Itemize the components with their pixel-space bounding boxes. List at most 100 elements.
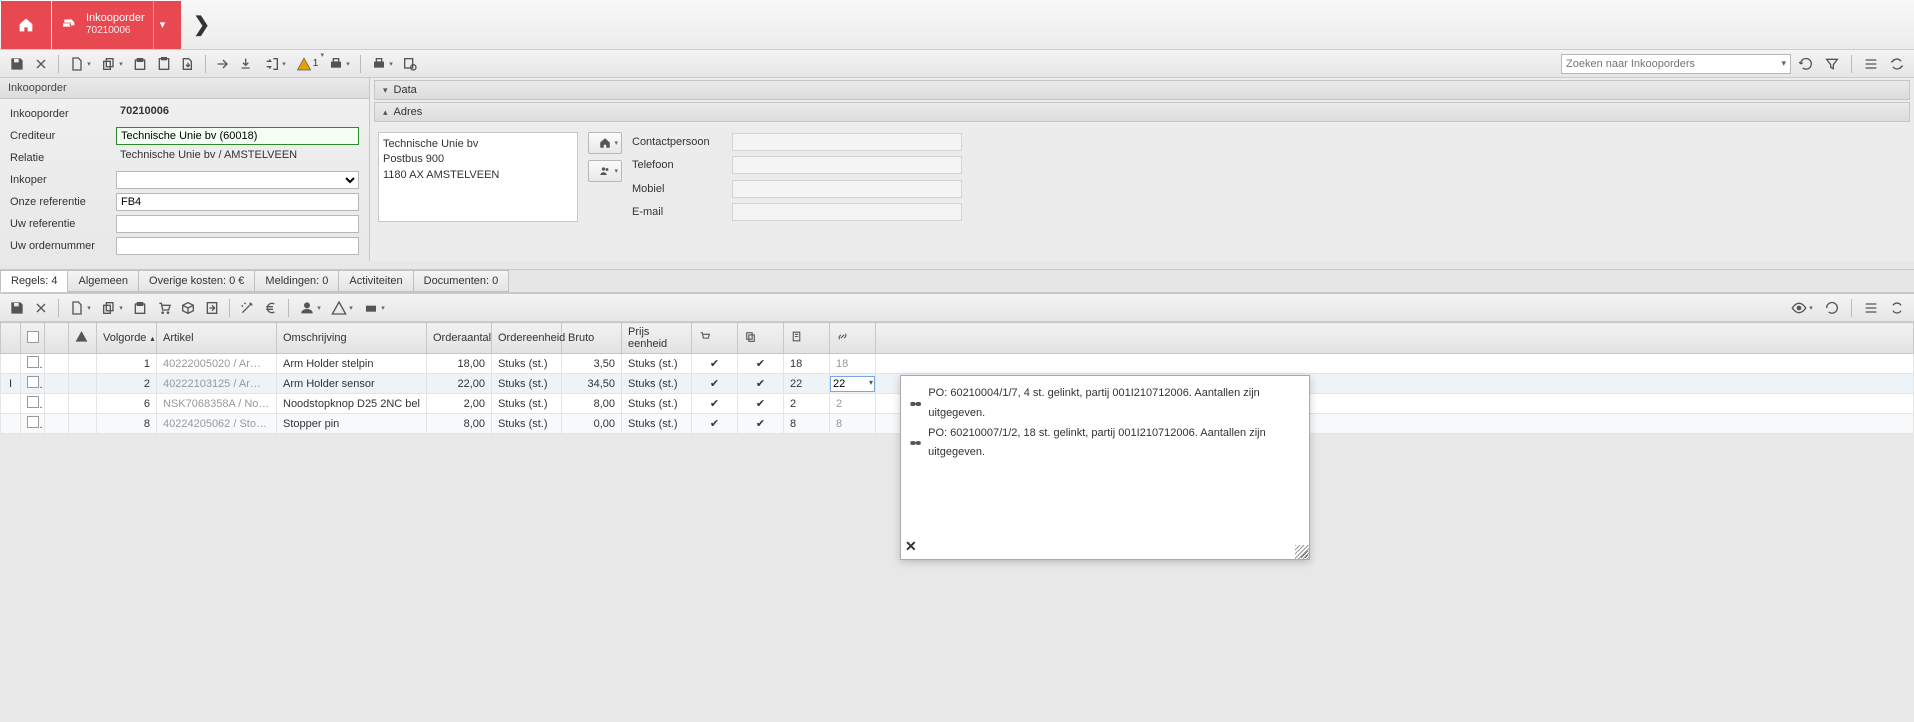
- line-delete-button[interactable]: [30, 297, 52, 319]
- col-checkbox[interactable]: [21, 323, 45, 354]
- process-button[interactable]: [260, 53, 290, 75]
- line-paste-button[interactable]: [129, 297, 151, 319]
- telefoon-label: Telefoon: [632, 159, 722, 171]
- line-new-button[interactable]: [65, 297, 95, 319]
- telefoon-field[interactable]: [732, 156, 962, 174]
- data-section-header[interactable]: ▾ Data: [374, 80, 1910, 100]
- import-button[interactable]: [177, 53, 199, 75]
- print-button[interactable]: [324, 53, 354, 75]
- receive-button[interactable]: [236, 53, 258, 75]
- tab-documenten[interactable]: Documenten: 0: [413, 270, 510, 292]
- tab-activiteiten[interactable]: Activiteiten: [338, 270, 413, 292]
- mobiel-label: Mobiel: [632, 183, 722, 195]
- edit-indicator: I: [1, 374, 21, 394]
- line-menu-button[interactable]: [1860, 297, 1882, 319]
- line-user-button[interactable]: [295, 297, 325, 319]
- uword-field[interactable]: [116, 237, 359, 255]
- row-checkbox[interactable]: [27, 376, 39, 388]
- chevron-right-icon[interactable]: ❯: [193, 12, 210, 37]
- line-box-button[interactable]: [177, 297, 199, 319]
- home-button[interactable]: [1, 1, 51, 49]
- chevron-down-icon: ▾: [383, 85, 388, 96]
- mobiel-field[interactable]: [732, 180, 962, 198]
- email-field[interactable]: [732, 203, 962, 221]
- popup-line-2: PO: 60210007/1/2, 18 st. gelinkt, partij…: [928, 424, 1301, 464]
- menu-button[interactable]: [1860, 53, 1882, 75]
- col-artikel[interactable]: Artikel: [157, 323, 277, 354]
- adres-home-button[interactable]: [588, 132, 622, 154]
- check-icon: ✔: [692, 414, 738, 434]
- clipboard-button[interactable]: [153, 53, 175, 75]
- col-copy-icon[interactable]: [738, 323, 784, 354]
- col-receipt-icon[interactable]: [784, 323, 830, 354]
- sync-button[interactable]: [1886, 53, 1908, 75]
- row-checkbox[interactable]: [27, 396, 39, 408]
- check-icon: ✔: [692, 394, 738, 414]
- row-checkbox[interactable]: [27, 416, 39, 428]
- tab-dropdown[interactable]: ▾: [153, 1, 172, 49]
- filter-button[interactable]: [1821, 53, 1843, 75]
- col-volgorde[interactable]: Volgorde▴: [97, 323, 157, 354]
- col-orderaantal[interactable]: Orderaantal: [427, 323, 492, 354]
- uwref-field[interactable]: [116, 215, 359, 233]
- breadcrumb-tab[interactable]: Inkooporder 70210006 ▾: [52, 1, 181, 49]
- search-box[interactable]: ▾: [1561, 54, 1791, 74]
- popup-line-1: PO: 60210004/1/7, 4 st. gelinkt, partij …: [928, 384, 1301, 424]
- line-cart-button[interactable]: [153, 297, 175, 319]
- table-row[interactable]: 1 40222005020 / Arm Hold... Arm Holder s…: [1, 354, 1914, 374]
- refresh-button[interactable]: [1795, 53, 1817, 75]
- search-dropdown[interactable]: ▾: [1781, 58, 1786, 69]
- copy-button[interactable]: [97, 53, 127, 75]
- adres-section-header[interactable]: ▴ Adres: [374, 102, 1910, 122]
- line-refresh-button[interactable]: [1821, 297, 1843, 319]
- col-ordereenheid[interactable]: Ordereenheid: [492, 323, 562, 354]
- delete-button[interactable]: [30, 53, 52, 75]
- send-button[interactable]: [212, 53, 234, 75]
- line-wand-button[interactable]: [236, 297, 258, 319]
- line-view-button[interactable]: [1787, 297, 1817, 319]
- col-omschrijving[interactable]: Omschrijving: [277, 323, 427, 354]
- tab-algemeen[interactable]: Algemeen: [67, 270, 139, 292]
- inkooporder-label: Inkooporder: [10, 108, 110, 120]
- inkooporder-value: 70210006: [116, 105, 359, 123]
- line-print-button[interactable]: [359, 297, 389, 319]
- tab-meldingen[interactable]: Meldingen: 0: [254, 270, 339, 292]
- col-prijseenheid[interactable]: Prijs eenheid: [622, 323, 692, 354]
- tab-subtitle: 70210006: [86, 25, 145, 37]
- home-icon: [18, 17, 34, 33]
- adres-contacts-button[interactable]: [588, 160, 622, 182]
- line-copy-button[interactable]: [97, 297, 127, 319]
- col-link-icon[interactable]: [830, 323, 876, 354]
- line-sync-button[interactable]: [1886, 297, 1908, 319]
- warnings-button[interactable]: 1: [292, 53, 322, 75]
- save-button[interactable]: [6, 53, 28, 75]
- tab-regels[interactable]: Regels: 4: [0, 270, 68, 292]
- check-icon: ✔: [738, 354, 784, 374]
- line-export-button[interactable]: [201, 297, 223, 319]
- detail-tabs: Regels: 4 Algemeen Overige kosten: 0 € M…: [0, 269, 1914, 293]
- check-icon: ✔: [692, 374, 738, 394]
- new-button[interactable]: [65, 53, 95, 75]
- line-warn-button[interactable]: [327, 297, 357, 319]
- contactpersoon-field[interactable]: [732, 133, 962, 151]
- line-euro-button[interactable]: [260, 297, 282, 319]
- search-input[interactable]: [1566, 58, 1781, 70]
- link-qty-input[interactable]: [830, 376, 875, 392]
- col-cart-icon[interactable]: [692, 323, 738, 354]
- paste-button[interactable]: [129, 53, 151, 75]
- crediteur-label: Crediteur: [10, 130, 110, 142]
- preview-button[interactable]: [399, 53, 421, 75]
- line-save-button[interactable]: [6, 297, 28, 319]
- tab-overige[interactable]: Overige kosten: 0 €: [138, 270, 255, 292]
- print2-button[interactable]: [367, 53, 397, 75]
- col-bruto[interactable]: Bruto: [562, 323, 622, 354]
- row-checkbox[interactable]: [27, 356, 39, 368]
- crediteur-field[interactable]: [116, 127, 359, 145]
- onzeref-field[interactable]: [116, 193, 359, 211]
- main-area: Inkooporder Inkooporder 70210006 Credite…: [0, 78, 1914, 261]
- inkoper-select[interactable]: [116, 171, 359, 189]
- resize-handle[interactable]: [1295, 545, 1309, 559]
- popup-close-button[interactable]: ✕: [905, 538, 917, 555]
- adres-textarea[interactable]: Technische Unie bv Postbus 900 1180 AX A…: [378, 132, 578, 222]
- col-warn[interactable]: [69, 323, 97, 354]
